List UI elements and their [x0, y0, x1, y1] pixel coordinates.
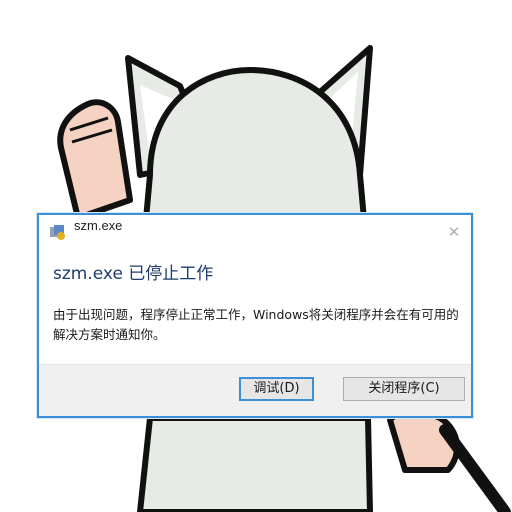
program-error-icon [50, 225, 65, 240]
title-bar[interactable]: szm.exe ✕ [39, 215, 471, 247]
cat-body [137, 415, 373, 512]
cat-left-arm [57, 99, 133, 221]
button-bar: 调试(D) 关闭程序(C) [39, 364, 471, 416]
debug-button[interactable]: 调试(D) [239, 377, 314, 401]
error-dialog: szm.exe ✕ szm.exe 已停止工作 由于出现问题，程序停止正常工作，… [37, 213, 473, 418]
error-message: 由于出现问题，程序停止正常工作，Windows将关闭程序并会在有可用的解决方案时… [53, 307, 459, 342]
close-icon[interactable]: ✕ [443, 221, 465, 243]
error-heading: szm.exe 已停止工作 [53, 264, 214, 284]
stick [439, 424, 511, 512]
window-title: szm.exe [74, 218, 123, 233]
close-program-button[interactable]: 关闭程序(C) [343, 377, 465, 401]
